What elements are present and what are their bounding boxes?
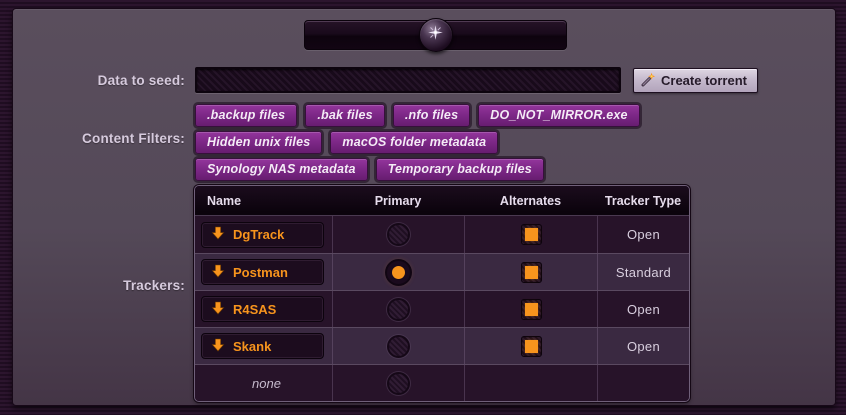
sparkle-icon bbox=[427, 24, 444, 46]
column-header-tracker-type: Tracker Type bbox=[597, 194, 689, 208]
data-to-seed-input[interactable] bbox=[195, 67, 621, 93]
data-to-seed-label: Data to seed: bbox=[23, 73, 185, 88]
tracker-name-button[interactable]: Skank bbox=[201, 333, 324, 359]
filter-chip-nfo-files[interactable]: .nfo files bbox=[393, 104, 470, 127]
tracker-name-button[interactable]: DgTrack bbox=[201, 222, 324, 248]
primary-radio[interactable] bbox=[387, 298, 410, 321]
content-filters-label: Content Filters: bbox=[23, 131, 185, 146]
tracker-name-label: Skank bbox=[233, 339, 271, 354]
primary-radio[interactable] bbox=[387, 372, 410, 395]
checkbox-mark bbox=[525, 266, 538, 279]
download-icon bbox=[211, 226, 225, 243]
trackers-table: Name Primary Alternates Tracker Type DgT… bbox=[194, 185, 690, 402]
filter-chip-hidden-unix[interactable]: Hidden unix files bbox=[195, 131, 322, 154]
checkbox-mark bbox=[525, 340, 538, 353]
tracker-type-value: Standard bbox=[616, 265, 671, 280]
filter-chip-synology-metadata[interactable]: Synology NAS metadata bbox=[195, 158, 368, 181]
tracker-type-value: Open bbox=[627, 339, 660, 354]
filter-chip-backup-files[interactable]: .backup files bbox=[195, 104, 297, 127]
tracker-name-button[interactable]: R4SAS bbox=[201, 296, 324, 322]
tracker-row-skank: Skank Open bbox=[195, 327, 689, 364]
collapse-handle[interactable] bbox=[304, 20, 567, 50]
tracker-row-dgtrack: DgTrack Open bbox=[195, 216, 689, 253]
download-icon bbox=[211, 301, 225, 318]
tracker-row-none: none bbox=[195, 364, 689, 401]
primary-radio[interactable] bbox=[387, 223, 410, 246]
filter-chip-do-not-mirror[interactable]: DO_NOT_MIRROR.exe bbox=[478, 104, 639, 127]
tracker-type-value: Open bbox=[627, 227, 660, 242]
filter-chip-bak-files[interactable]: .bak files bbox=[305, 104, 385, 127]
tracker-name-button[interactable]: Postman bbox=[201, 259, 324, 285]
tracker-type-value: Open bbox=[627, 302, 660, 317]
alternates-checkbox[interactable] bbox=[521, 262, 542, 283]
filter-chip-list: .backup files .bak files .nfo files DO_N… bbox=[195, 104, 663, 181]
tracker-row-r4sas: R4SAS Open bbox=[195, 290, 689, 327]
alternates-checkbox[interactable] bbox=[521, 336, 542, 357]
primary-radio[interactable] bbox=[387, 335, 410, 358]
tracker-name-label: Postman bbox=[233, 265, 288, 280]
sparkle-knob bbox=[419, 18, 453, 52]
download-icon bbox=[211, 338, 225, 355]
magic-wand-icon bbox=[641, 72, 656, 90]
alternates-checkbox[interactable] bbox=[521, 299, 542, 320]
filter-chip-macos-metadata[interactable]: macOS folder metadata bbox=[330, 131, 498, 154]
column-header-name: Name bbox=[195, 194, 332, 208]
tracker-none-label: none bbox=[252, 376, 281, 391]
tracker-name-label: R4SAS bbox=[233, 302, 276, 317]
column-header-alternates: Alternates bbox=[464, 194, 597, 208]
alternates-checkbox[interactable] bbox=[521, 224, 542, 245]
download-icon bbox=[211, 264, 225, 281]
create-torrent-button[interactable]: Create torrent bbox=[633, 68, 758, 93]
column-header-primary: Primary bbox=[332, 194, 464, 208]
main-panel: Data to seed: Create torrent Content Fil… bbox=[12, 8, 836, 406]
checkbox-mark bbox=[525, 228, 538, 241]
tracker-name-label: DgTrack bbox=[233, 227, 284, 242]
checkbox-mark bbox=[525, 303, 538, 316]
create-torrent-label: Create torrent bbox=[661, 73, 747, 88]
trackers-label: Trackers: bbox=[23, 278, 185, 293]
primary-radio[interactable] bbox=[387, 261, 410, 284]
trackers-table-header: Name Primary Alternates Tracker Type bbox=[195, 186, 689, 216]
filter-chip-temporary-backup[interactable]: Temporary backup files bbox=[376, 158, 544, 181]
tracker-row-postman: Postman Standard bbox=[195, 253, 689, 290]
window-frame: Data to seed: Create torrent Content Fil… bbox=[0, 0, 846, 415]
